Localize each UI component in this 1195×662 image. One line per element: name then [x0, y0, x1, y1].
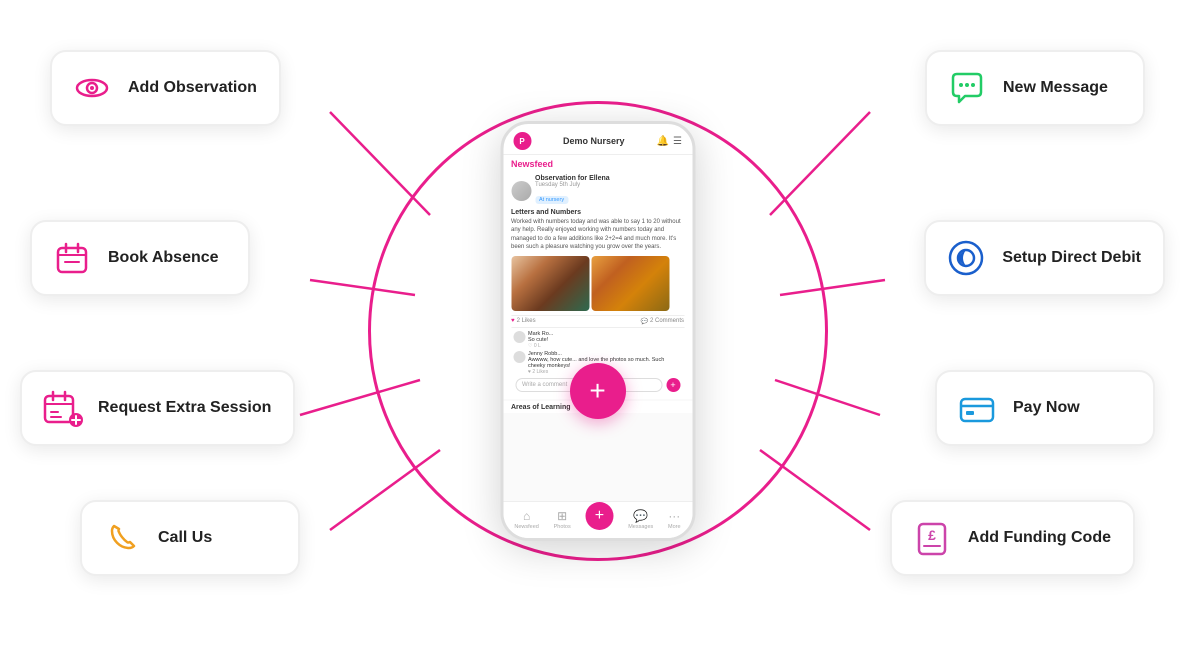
obs-actions: ♥ 2 Likes 💬 2 Comments [511, 315, 684, 328]
messages-icon: 💬 [633, 509, 648, 523]
footer-photos-label: Photos [554, 524, 571, 530]
phone-header: P Demo Nursery 🔔 ☰ [503, 124, 692, 155]
footer-messages[interactable]: 💬 Messages [628, 509, 653, 530]
footer-add-button[interactable]: + [585, 502, 613, 530]
bank-icon [944, 236, 988, 280]
card-icon [957, 388, 997, 428]
new-message-icon-container [945, 66, 989, 110]
menu-icon: ☰ [673, 136, 682, 147]
message-icon [947, 68, 987, 108]
setup-debit-label: Setup Direct Debit [1002, 249, 1141, 267]
comment-1: Mark Ro... So cute! ♡ 0 L [513, 331, 682, 349]
request-session-label: Request Extra Session [98, 399, 271, 417]
obs-images [511, 256, 684, 311]
photos-icon: ⊞ [557, 509, 567, 523]
home-icon: ⌂ [523, 509, 530, 523]
pay-now-icon-container [955, 386, 999, 430]
calendar-extra-icon [40, 386, 84, 430]
newsfeed-label: Newsfeed [503, 155, 692, 171]
phone-body: Newsfeed Observation for Ellena Tuesday … [503, 155, 692, 501]
card-add-observation[interactable]: Add Observation [50, 50, 281, 126]
comment-send-button[interactable]: + [666, 378, 680, 392]
comment-avatar-1 [513, 331, 525, 343]
call-us-icon-container [100, 516, 144, 560]
pay-now-label: Pay Now [1013, 399, 1080, 417]
card-book-absence[interactable]: Book Absence [30, 220, 250, 296]
funding-code-icon-container: £ [910, 516, 954, 560]
setup-debit-icon-container [944, 236, 988, 280]
funding-code-label: Add Funding Code [968, 529, 1111, 547]
scene: P Demo Nursery 🔔 ☰ Newsfeed Observation … [0, 0, 1195, 662]
comment-icon: 💬 [641, 318, 648, 325]
likes-action[interactable]: ♥ 2 Likes [511, 318, 536, 325]
phone-mockup: P Demo Nursery 🔔 ☰ Newsfeed Observation … [500, 121, 695, 541]
obs-tag: At nursery [535, 196, 568, 204]
likes-count: 2 Likes [517, 318, 536, 324]
obs-avatar [511, 181, 531, 201]
obs-date: Tuesday 5th July [535, 182, 684, 188]
new-message-label: New Message [1003, 79, 1108, 97]
add-observation-label: Add Observation [128, 79, 257, 97]
request-session-icon-container [40, 386, 84, 430]
add-observation-icon-container [70, 66, 114, 110]
more-icon: ··· [668, 509, 680, 523]
phone-footer: ⌂ Newsfeed ⊞ Photos + 💬 Messages ··· Mor… [503, 501, 692, 538]
obs-image-2 [591, 256, 669, 311]
phone-icon [102, 518, 142, 558]
svg-text:£: £ [928, 527, 936, 543]
card-funding-code[interactable]: £ Add Funding Code [890, 500, 1135, 576]
phone-header-icons: 🔔 ☰ [657, 136, 682, 147]
card-call-us[interactable]: Call Us [80, 500, 300, 576]
card-pay-now[interactable]: Pay Now [935, 370, 1155, 446]
call-us-label: Call Us [158, 529, 212, 547]
footer-messages-label: Messages [628, 524, 653, 530]
fab-button[interactable]: + [570, 363, 626, 419]
card-request-session[interactable]: Request Extra Session [20, 370, 295, 446]
phone-title: Demo Nursery [563, 136, 625, 146]
comment-author-1: Mark Ro... [528, 331, 553, 337]
footer-photos[interactable]: ⊞ Photos [554, 509, 571, 530]
comments-action[interactable]: 💬 2 Comments [641, 318, 685, 325]
bell-icon: 🔔 [657, 136, 669, 147]
book-absence-label: Book Absence [108, 249, 219, 267]
footer-newsfeed-label: Newsfeed [514, 524, 538, 530]
footer-newsfeed[interactable]: ⌂ Newsfeed [514, 509, 538, 530]
footer-more-label: More [668, 524, 681, 530]
obs-title: Letters and Numbers [511, 209, 684, 216]
card-new-message[interactable]: New Message [925, 50, 1145, 126]
book-absence-icon-container [50, 236, 94, 280]
obs-image-1 [511, 256, 589, 311]
calendar-icon [52, 238, 92, 278]
heart-icon: ♥ [511, 318, 515, 324]
app-logo: P [513, 132, 531, 150]
comments-count: 2 Comments [650, 318, 684, 324]
card-setup-debit[interactable]: Setup Direct Debit [924, 220, 1165, 296]
obs-name: Observation for Ellena [535, 175, 684, 182]
eye-icon [72, 68, 112, 108]
footer-more[interactable]: ··· More [668, 509, 681, 530]
comment-like-1: ♡ 0 L [528, 343, 553, 349]
comment-avatar-2 [513, 351, 525, 363]
obs-text: Worked with numbers today and was able t… [511, 218, 684, 252]
funding-icon: £ [910, 516, 954, 560]
